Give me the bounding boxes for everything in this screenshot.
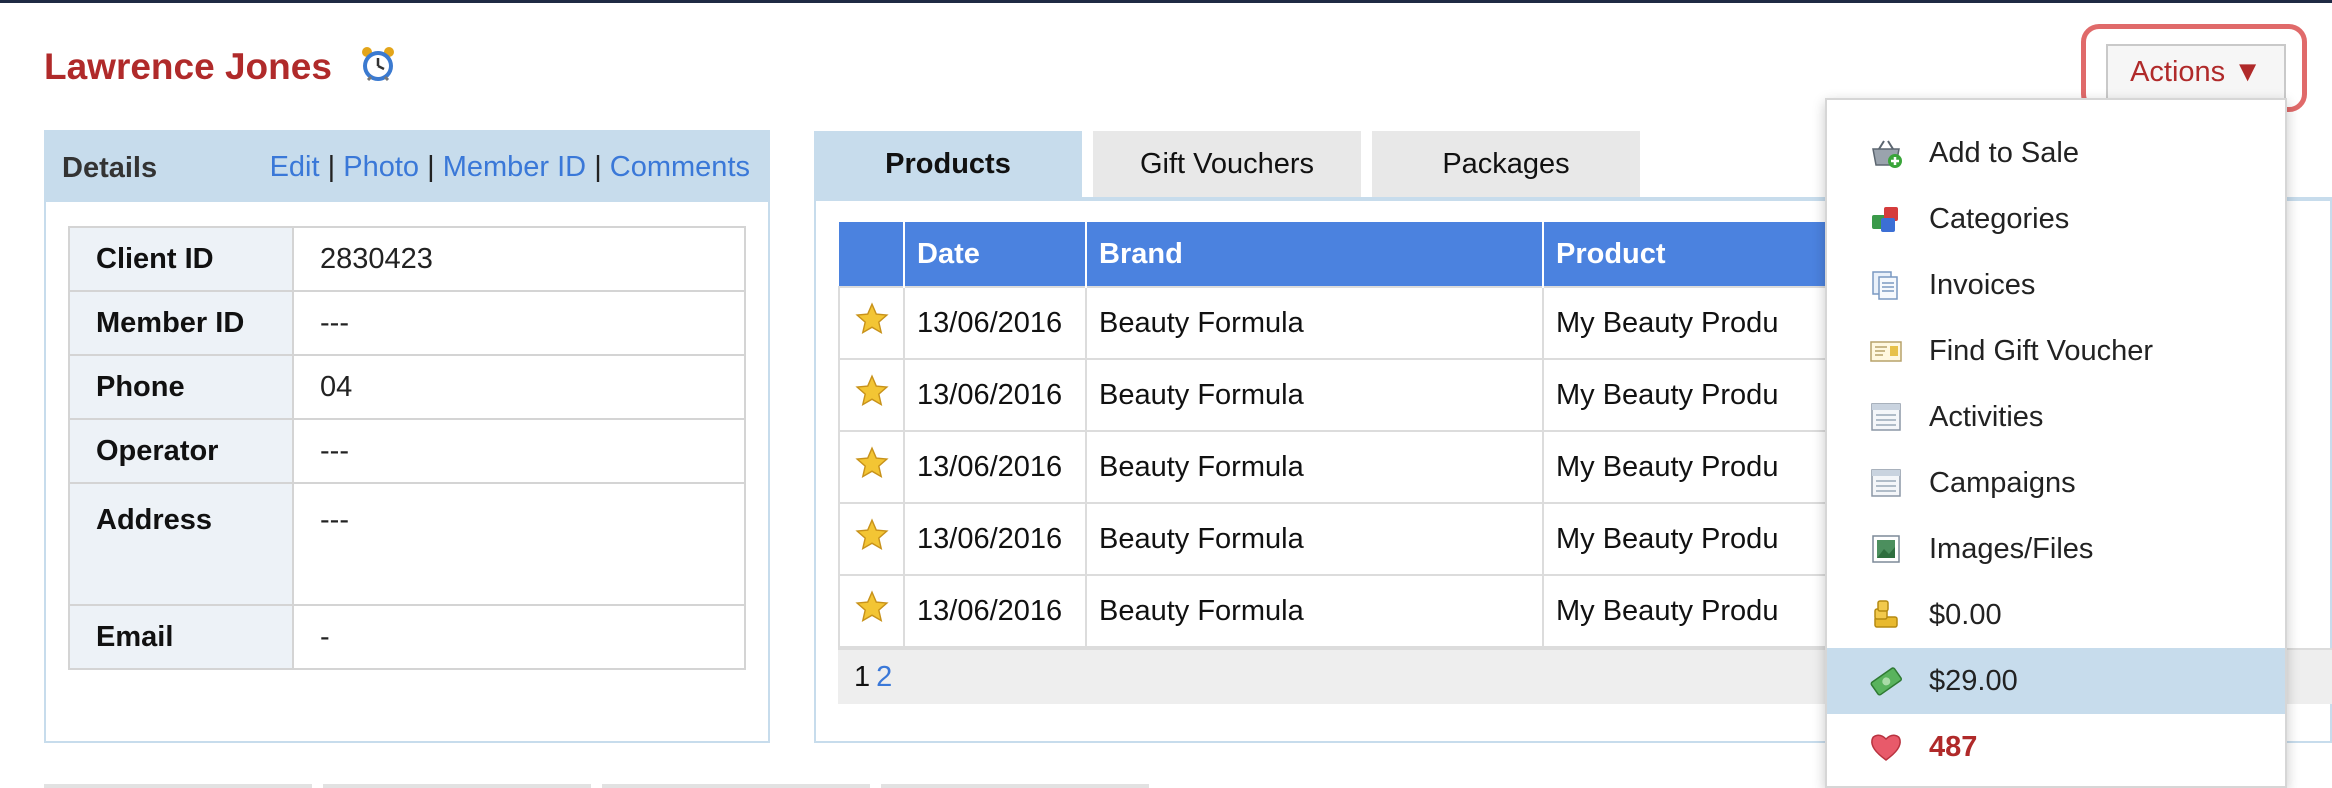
details-header: Details Edit | Photo | Member ID | Comme… (46, 132, 768, 202)
page-link-2[interactable]: 2 (876, 661, 892, 693)
details-label: Address (68, 482, 294, 606)
star-icon (838, 502, 905, 576)
menu-item-label: Activities (1929, 401, 2044, 433)
menu-item-label: Campaigns (1929, 467, 2076, 499)
details-label: Member ID (68, 290, 294, 356)
bottom-tab-stub (44, 784, 312, 788)
details-value: - (292, 604, 746, 670)
star-icon (838, 286, 905, 360)
menu-item-label: $0.00 (1929, 599, 2002, 631)
details-title: Details (62, 152, 158, 184)
menu-item-invoices[interactable]: Invoices (1827, 252, 2285, 318)
menu-item-loyalty-points[interactable]: 487 (1827, 714, 2285, 780)
menu-item-account-balance[interactable]: $0.00 (1827, 582, 2285, 648)
menu-item-label: Images/Files (1929, 533, 2094, 565)
menu-item-activities[interactable]: Activities (1827, 384, 2285, 450)
page-current: 1 (854, 661, 871, 693)
bottom-tab-stub (881, 784, 1149, 788)
star-icon (838, 358, 905, 432)
icon-column-header (839, 222, 905, 287)
details-links: Edit | Photo | Member ID | Comments (270, 151, 750, 184)
cell-brand: Beauty Formula (1085, 286, 1544, 360)
activities-icon (1871, 403, 1901, 431)
star-icon (838, 430, 905, 504)
tab-gift-vouchers[interactable]: Gift Vouchers (1093, 131, 1361, 197)
details-label: Phone (68, 354, 294, 420)
menu-item-label: Categories (1929, 203, 2070, 235)
comments-link[interactable]: Comments (610, 151, 750, 183)
cash-icon (1870, 667, 1903, 696)
link-separator: | (427, 151, 435, 183)
actions-menu: Add to Sale Categories Invoices Find Gif… (1825, 98, 2287, 788)
cell-date: 13/06/2016 (903, 286, 1087, 360)
basket-add-icon (1872, 140, 1902, 168)
menu-item-cash-balance[interactable]: $29.00 (1827, 648, 2285, 714)
details-label: Email (68, 604, 294, 670)
details-value: --- (292, 418, 746, 484)
details-row-member-id: Member ID --- (68, 290, 746, 356)
coins-icon (1874, 600, 1898, 628)
menu-item-label: Find Gift Voucher (1929, 335, 2154, 367)
details-value: --- (292, 290, 746, 356)
cell-brand: Beauty Formula (1085, 430, 1544, 504)
menu-item-campaigns[interactable]: Campaigns (1827, 450, 2285, 516)
cell-date: 13/06/2016 (903, 574, 1087, 648)
bottom-tab-stub (323, 784, 591, 788)
cell-brand: Beauty Formula (1085, 358, 1544, 432)
cell-brand: Beauty Formula (1085, 574, 1544, 648)
menu-item-images-files[interactable]: Images/Files (1827, 516, 2285, 582)
menu-item-find-gift-voucher[interactable]: Find Gift Voucher (1827, 318, 2285, 384)
campaigns-icon (1871, 469, 1901, 497)
menu-item-label: Invoices (1929, 269, 2036, 301)
star-icon (838, 574, 905, 648)
photo-link[interactable]: Photo (343, 151, 419, 183)
details-value: --- (292, 482, 746, 606)
member-id-link[interactable]: Member ID (443, 151, 586, 183)
invoices-icon (1872, 271, 1898, 300)
details-row-client-id: Client ID 2830423 (68, 226, 746, 292)
tab-products[interactable]: Products (814, 131, 1082, 197)
bottom-tab-stub (602, 784, 870, 788)
menu-item-label: 487 (1929, 731, 1978, 763)
alarm-clock-icon[interactable] (358, 44, 398, 84)
details-row-address: Address --- (68, 482, 746, 606)
details-table: Client ID 2830423 Member ID --- Phone 04… (68, 226, 746, 670)
client-name-heading: Lawrence Jones (44, 46, 332, 87)
edit-link[interactable]: Edit (270, 151, 320, 183)
menu-item-add-to-sale[interactable]: Add to Sale (1827, 120, 2285, 186)
menu-item-categories[interactable]: Categories (1827, 186, 2285, 252)
top-border (0, 0, 2332, 3)
image-icon (1872, 535, 1900, 563)
cell-date: 13/06/2016 (903, 502, 1087, 576)
details-row-email: Email - (68, 604, 746, 670)
details-label: Client ID (68, 226, 294, 292)
details-label: Operator (68, 418, 294, 484)
column-header-brand[interactable]: Brand (1086, 222, 1544, 287)
column-header-date[interactable]: Date (904, 222, 1087, 287)
categories-icon (1872, 207, 1898, 232)
heart-icon (1871, 734, 1901, 761)
cell-brand: Beauty Formula (1085, 502, 1544, 576)
cell-date: 13/06/2016 (903, 430, 1087, 504)
cell-date: 13/06/2016 (903, 358, 1087, 432)
details-panel: Details Edit | Photo | Member ID | Comme… (44, 130, 770, 743)
link-separator: | (327, 151, 336, 183)
details-row-operator: Operator --- (68, 418, 746, 484)
menu-item-label: $29.00 (1929, 665, 2018, 697)
details-row-phone: Phone 04 (68, 354, 746, 420)
menu-item-label: Add to Sale (1929, 137, 2079, 169)
gift-voucher-icon (1870, 341, 1902, 362)
details-value: 04 (292, 354, 746, 420)
details-value: 2830423 (292, 226, 746, 292)
tab-packages[interactable]: Packages (1372, 131, 1640, 197)
link-separator: | (594, 151, 602, 183)
